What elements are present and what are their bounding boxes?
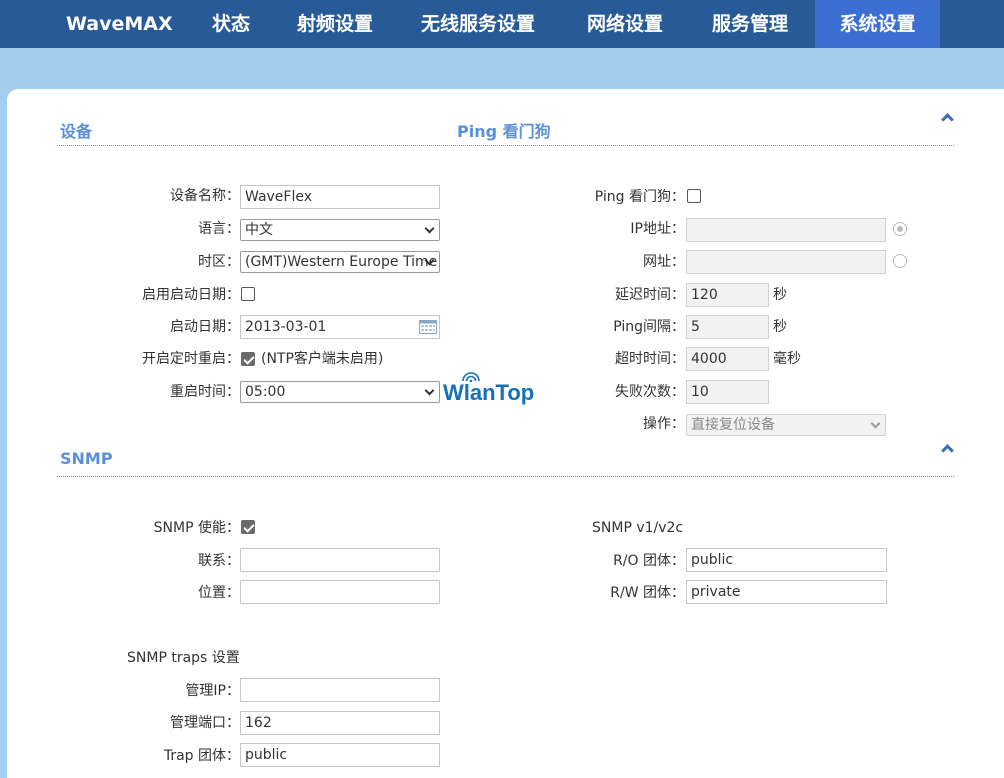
wlantop-logo: WlanTop — [443, 370, 547, 410]
ping-interval-input[interactable]: 5 — [686, 315, 769, 339]
snmp-location-label: 位置： — [198, 585, 240, 601]
snmp-contact-input[interactable] — [240, 548, 440, 572]
collapse-snmp-icon[interactable] — [940, 441, 954, 455]
ping-url-radio[interactable] — [893, 254, 907, 268]
timezone-select-value: (GMT)Western Europe Time — [245, 254, 438, 270]
ping-delay-input[interactable]: 120 — [686, 283, 769, 307]
ping-timeout-unit: 毫秒 — [773, 351, 801, 367]
ping-timeout-label: 超时时间： — [615, 351, 685, 367]
ping-ip-radio[interactable] — [893, 222, 907, 236]
nav-brand[interactable]: WaveMAX — [66, 0, 173, 48]
section-title-ping-watchdog: Ping 看门狗 — [457, 122, 551, 141]
ping-interval-label: Ping间隔： — [613, 319, 685, 335]
nav-radio-settings[interactable]: 射频设置 — [297, 0, 373, 48]
ping-watchdog-label: Ping 看门狗： — [594, 189, 685, 205]
logo-text: WlanTop — [443, 380, 535, 405]
nav-service-management[interactable]: 服务管理 — [712, 0, 788, 48]
enable-start-date-label: 启用启动日期： — [142, 287, 240, 303]
snmp-ro-community-input[interactable]: public — [686, 548, 887, 572]
trap-community-label: Trap 团体： — [163, 748, 240, 764]
section-title-snmp: SNMP — [60, 449, 113, 468]
trap-community-input[interactable]: public — [240, 743, 440, 767]
ping-timeout-input[interactable]: 4000 — [686, 347, 769, 371]
top-nav: WaveMAX 状态 射频设置 无线服务设置 网络设置 服务管理 系统设置 — [0, 0, 1004, 48]
snmp-enable-label: SNMP 使能： — [153, 520, 240, 536]
mgmt-port-label: 管理端口： — [170, 715, 240, 731]
snmp-traps-title: SNMP traps 设置 — [127, 650, 240, 666]
nav-status[interactable]: 状态 — [212, 0, 250, 48]
ping-ip-input[interactable] — [686, 218, 886, 242]
language-label: 语言： — [198, 221, 240, 237]
snmp-rw-community-label: R/W 团体： — [610, 585, 685, 601]
snmp-ro-community-label: R/O 团体： — [613, 553, 685, 569]
ping-url-label: 网址： — [643, 254, 685, 270]
section-divider-snmp — [57, 476, 954, 477]
ping-ip-label: IP地址： — [630, 221, 685, 237]
ping-action-label: 操作： — [643, 416, 685, 432]
timed-reboot-note: (NTP客户端未启用) — [261, 351, 384, 367]
ping-fail-count-input[interactable]: 10 — [686, 380, 769, 404]
start-date-label: 启动日期： — [170, 319, 240, 335]
section-title-device: 设备 — [60, 122, 93, 141]
timezone-label: 时区： — [198, 254, 240, 270]
snmp-location-input[interactable] — [240, 580, 440, 604]
reboot-time-label: 重启时间： — [170, 384, 240, 400]
language-select-value: 中文 — [245, 222, 273, 238]
snmp-enable-checkbox[interactable] — [241, 520, 255, 534]
language-select[interactable]: 中文 — [240, 219, 440, 241]
snmp-v1v2c-title: SNMP v1/v2c — [592, 520, 684, 536]
reboot-time-select[interactable]: 05:00 — [240, 381, 440, 403]
mgmt-ip-input[interactable] — [240, 678, 440, 702]
nav-wireless-service[interactable]: 无线服务设置 — [421, 0, 535, 48]
section-divider-device — [57, 145, 954, 146]
reboot-time-select-value: 05:00 — [245, 384, 286, 400]
ping-action-select-value: 直接复位设备 — [691, 417, 775, 433]
ping-interval-unit: 秒 — [773, 319, 787, 335]
device-name-input[interactable]: WaveFlex — [240, 185, 440, 209]
device-name-label: 设备名称： — [170, 188, 240, 204]
ping-fail-count-label: 失败次数： — [615, 384, 685, 400]
enable-start-date-checkbox[interactable] — [241, 287, 255, 301]
timed-reboot-checkbox[interactable] — [241, 352, 255, 366]
calendar-icon[interactable] — [419, 320, 437, 334]
snmp-contact-label: 联系： — [198, 553, 240, 569]
ping-delay-unit: 秒 — [773, 287, 787, 303]
timezone-select[interactable]: (GMT)Western Europe Time — [240, 251, 440, 273]
nav-system-settings[interactable]: 系统设置 — [815, 0, 940, 48]
chevron-down-icon — [870, 418, 881, 429]
ping-delay-label: 延迟时间： — [615, 287, 685, 303]
snmp-rw-community-input[interactable]: private — [686, 580, 887, 604]
ping-watchdog-checkbox[interactable] — [687, 189, 701, 203]
mgmt-ip-label: 管理IP： — [185, 683, 240, 699]
timed-reboot-label: 开启定时重启： — [142, 351, 240, 367]
collapse-device-icon[interactable] — [940, 110, 954, 124]
chevron-down-icon — [424, 385, 435, 396]
ping-url-input[interactable] — [686, 250, 886, 274]
chevron-down-icon — [424, 223, 435, 234]
nav-network-settings[interactable]: 网络设置 — [587, 0, 663, 48]
mgmt-port-input[interactable]: 162 — [240, 711, 440, 735]
start-date-input[interactable]: 2013-03-01 — [240, 315, 440, 339]
ping-action-select[interactable]: 直接复位设备 — [686, 414, 886, 436]
